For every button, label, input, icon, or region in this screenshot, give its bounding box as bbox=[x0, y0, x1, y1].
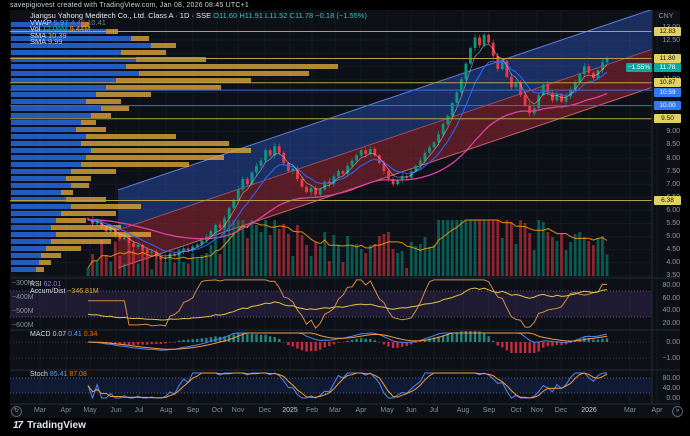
price-tick: 12.50 bbox=[648, 37, 680, 44]
legend-value: 87.08 bbox=[69, 371, 87, 378]
legend-value: 9.44M bbox=[70, 24, 91, 33]
price-tick: 5.00 bbox=[648, 233, 680, 240]
price-tick: 5.50 bbox=[648, 220, 680, 227]
stoch-scale-tick: 0.00 bbox=[648, 395, 680, 402]
tradingview-logo-text: TradingView bbox=[27, 421, 86, 431]
price-level-badge: 6.38 bbox=[654, 196, 681, 205]
price-tick: 8.00 bbox=[648, 155, 680, 162]
indicator-legend-row[interactable]: Stoch 85.41 87.08 bbox=[30, 371, 87, 378]
time-axis-label: 2026 bbox=[581, 407, 597, 414]
time-axis-label: Apr bbox=[652, 407, 663, 414]
legend-value: 0.41 bbox=[68, 331, 84, 338]
ohlc-open: O11.60 bbox=[213, 11, 237, 20]
macd-scale-tick: 0.00 bbox=[648, 339, 680, 346]
ohlc-close: C11.78 bbox=[290, 11, 314, 20]
time-axis-label: Jul bbox=[430, 407, 439, 414]
rsi-scale-tick: 60.00 bbox=[648, 295, 680, 302]
indicator-legend-row[interactable]: Accum/Dist −346.81M bbox=[30, 288, 99, 295]
price-tick: 4.50 bbox=[648, 246, 680, 253]
rsi-scale-tick: 40.00 bbox=[648, 307, 680, 314]
time-axis-label: Oct bbox=[511, 407, 522, 414]
time-axis-label: Dec bbox=[259, 407, 271, 414]
legend-value: 9.99 bbox=[48, 37, 63, 46]
legend-value: 0.07 bbox=[53, 331, 69, 338]
price-level-badge: 12.83 bbox=[654, 27, 681, 36]
rsi-scale-tick: 20.00 bbox=[648, 320, 680, 327]
time-axis-label: Dec bbox=[555, 407, 567, 414]
time-axis-label: Aug bbox=[457, 407, 469, 414]
time-axis-label: Nov bbox=[531, 407, 543, 414]
left-scale-tick: −500M bbox=[12, 308, 34, 315]
stoch-scale-tick: 80.00 bbox=[648, 375, 680, 382]
ohlc-high: H11.91 bbox=[239, 11, 263, 20]
time-axis-label: Sep bbox=[187, 407, 199, 414]
legend-value: −346.81M bbox=[67, 288, 98, 295]
tradingview-logo[interactable]: 17 TradingView bbox=[13, 421, 86, 431]
time-axis-label: Mar bbox=[34, 407, 46, 414]
price-level-badge: 10.59 bbox=[654, 88, 681, 97]
left-scale-tick: −400M bbox=[12, 294, 34, 301]
time-axis-label: Oct bbox=[212, 407, 223, 414]
left-scale-tick: −600M bbox=[12, 322, 34, 329]
time-axis-label: May bbox=[83, 407, 96, 414]
ohlc-low: L11.52 bbox=[265, 11, 287, 20]
time-axis-label: Jun bbox=[110, 407, 121, 414]
tradingview-logo-icon: 17 bbox=[13, 421, 22, 431]
legend-label: Accum/Dist bbox=[30, 288, 67, 295]
price-tick: 6.00 bbox=[648, 207, 680, 214]
price-level-badge: 10.00 bbox=[654, 101, 681, 110]
last-price-badge: 11.78 bbox=[654, 63, 681, 72]
stoch-scale-tick: 40.00 bbox=[648, 385, 680, 392]
replay-icon[interactable]: ↻ bbox=[11, 406, 22, 417]
price-tick: 7.50 bbox=[648, 168, 680, 175]
indicator-legend-row[interactable]: SMA 9.99 bbox=[30, 37, 63, 46]
time-axis-label: 2025 bbox=[282, 407, 298, 414]
price-tick: 8.50 bbox=[648, 141, 680, 148]
time-axis-label: Jun bbox=[405, 407, 416, 414]
time-axis-label: Apr bbox=[61, 407, 72, 414]
time-axis-label: Jul bbox=[135, 407, 144, 414]
time-axis-label: Mar bbox=[624, 407, 636, 414]
price-tick: 9.00 bbox=[648, 128, 680, 135]
price-axis-currency: CNY bbox=[652, 13, 680, 20]
screenshot-root: savepigiovest created with TradingView.c… bbox=[0, 0, 690, 436]
price-level-badge: 10.87 bbox=[654, 78, 681, 87]
indicator-legend-row[interactable]: MACD 0.07 0.41 0.34 bbox=[30, 331, 97, 338]
time-axis-label: Feb bbox=[306, 407, 318, 414]
legend-label: SMA bbox=[30, 37, 48, 46]
time-axis-label: Nov bbox=[232, 407, 244, 414]
legend-value: 85.41 bbox=[50, 371, 69, 378]
time-axis-label: Mar bbox=[329, 407, 341, 414]
price-change-badge: −1.55% bbox=[626, 63, 652, 72]
macd-scale-tick: −1.00 bbox=[648, 355, 680, 362]
chart-overlay: Jiangsu Yahong Meditech Co., Ltd. Class … bbox=[0, 0, 690, 436]
time-axis-label: Sep bbox=[483, 407, 495, 414]
go-to-latest-icon[interactable]: » bbox=[672, 406, 683, 417]
price-level-badge: 11.80 bbox=[654, 54, 681, 63]
legend-value: 0.34 bbox=[84, 331, 98, 338]
legend-label: Stoch bbox=[30, 371, 50, 378]
rsi-scale-tick: 80.00 bbox=[648, 282, 680, 289]
time-axis-label: Apr bbox=[356, 407, 367, 414]
time-axis-label: Aug bbox=[160, 407, 172, 414]
price-tick: 4.00 bbox=[648, 259, 680, 266]
price-tick: 7.00 bbox=[648, 181, 680, 188]
legend-label: MACD bbox=[30, 331, 53, 338]
left-scale-tick: −300M bbox=[12, 280, 34, 287]
price-level-badge: 9.50 bbox=[654, 114, 681, 123]
ohlc-change: −0.18 (−1.55%) bbox=[315, 11, 367, 20]
time-axis-label: May bbox=[380, 407, 393, 414]
price-tick: 3.50 bbox=[648, 272, 680, 279]
